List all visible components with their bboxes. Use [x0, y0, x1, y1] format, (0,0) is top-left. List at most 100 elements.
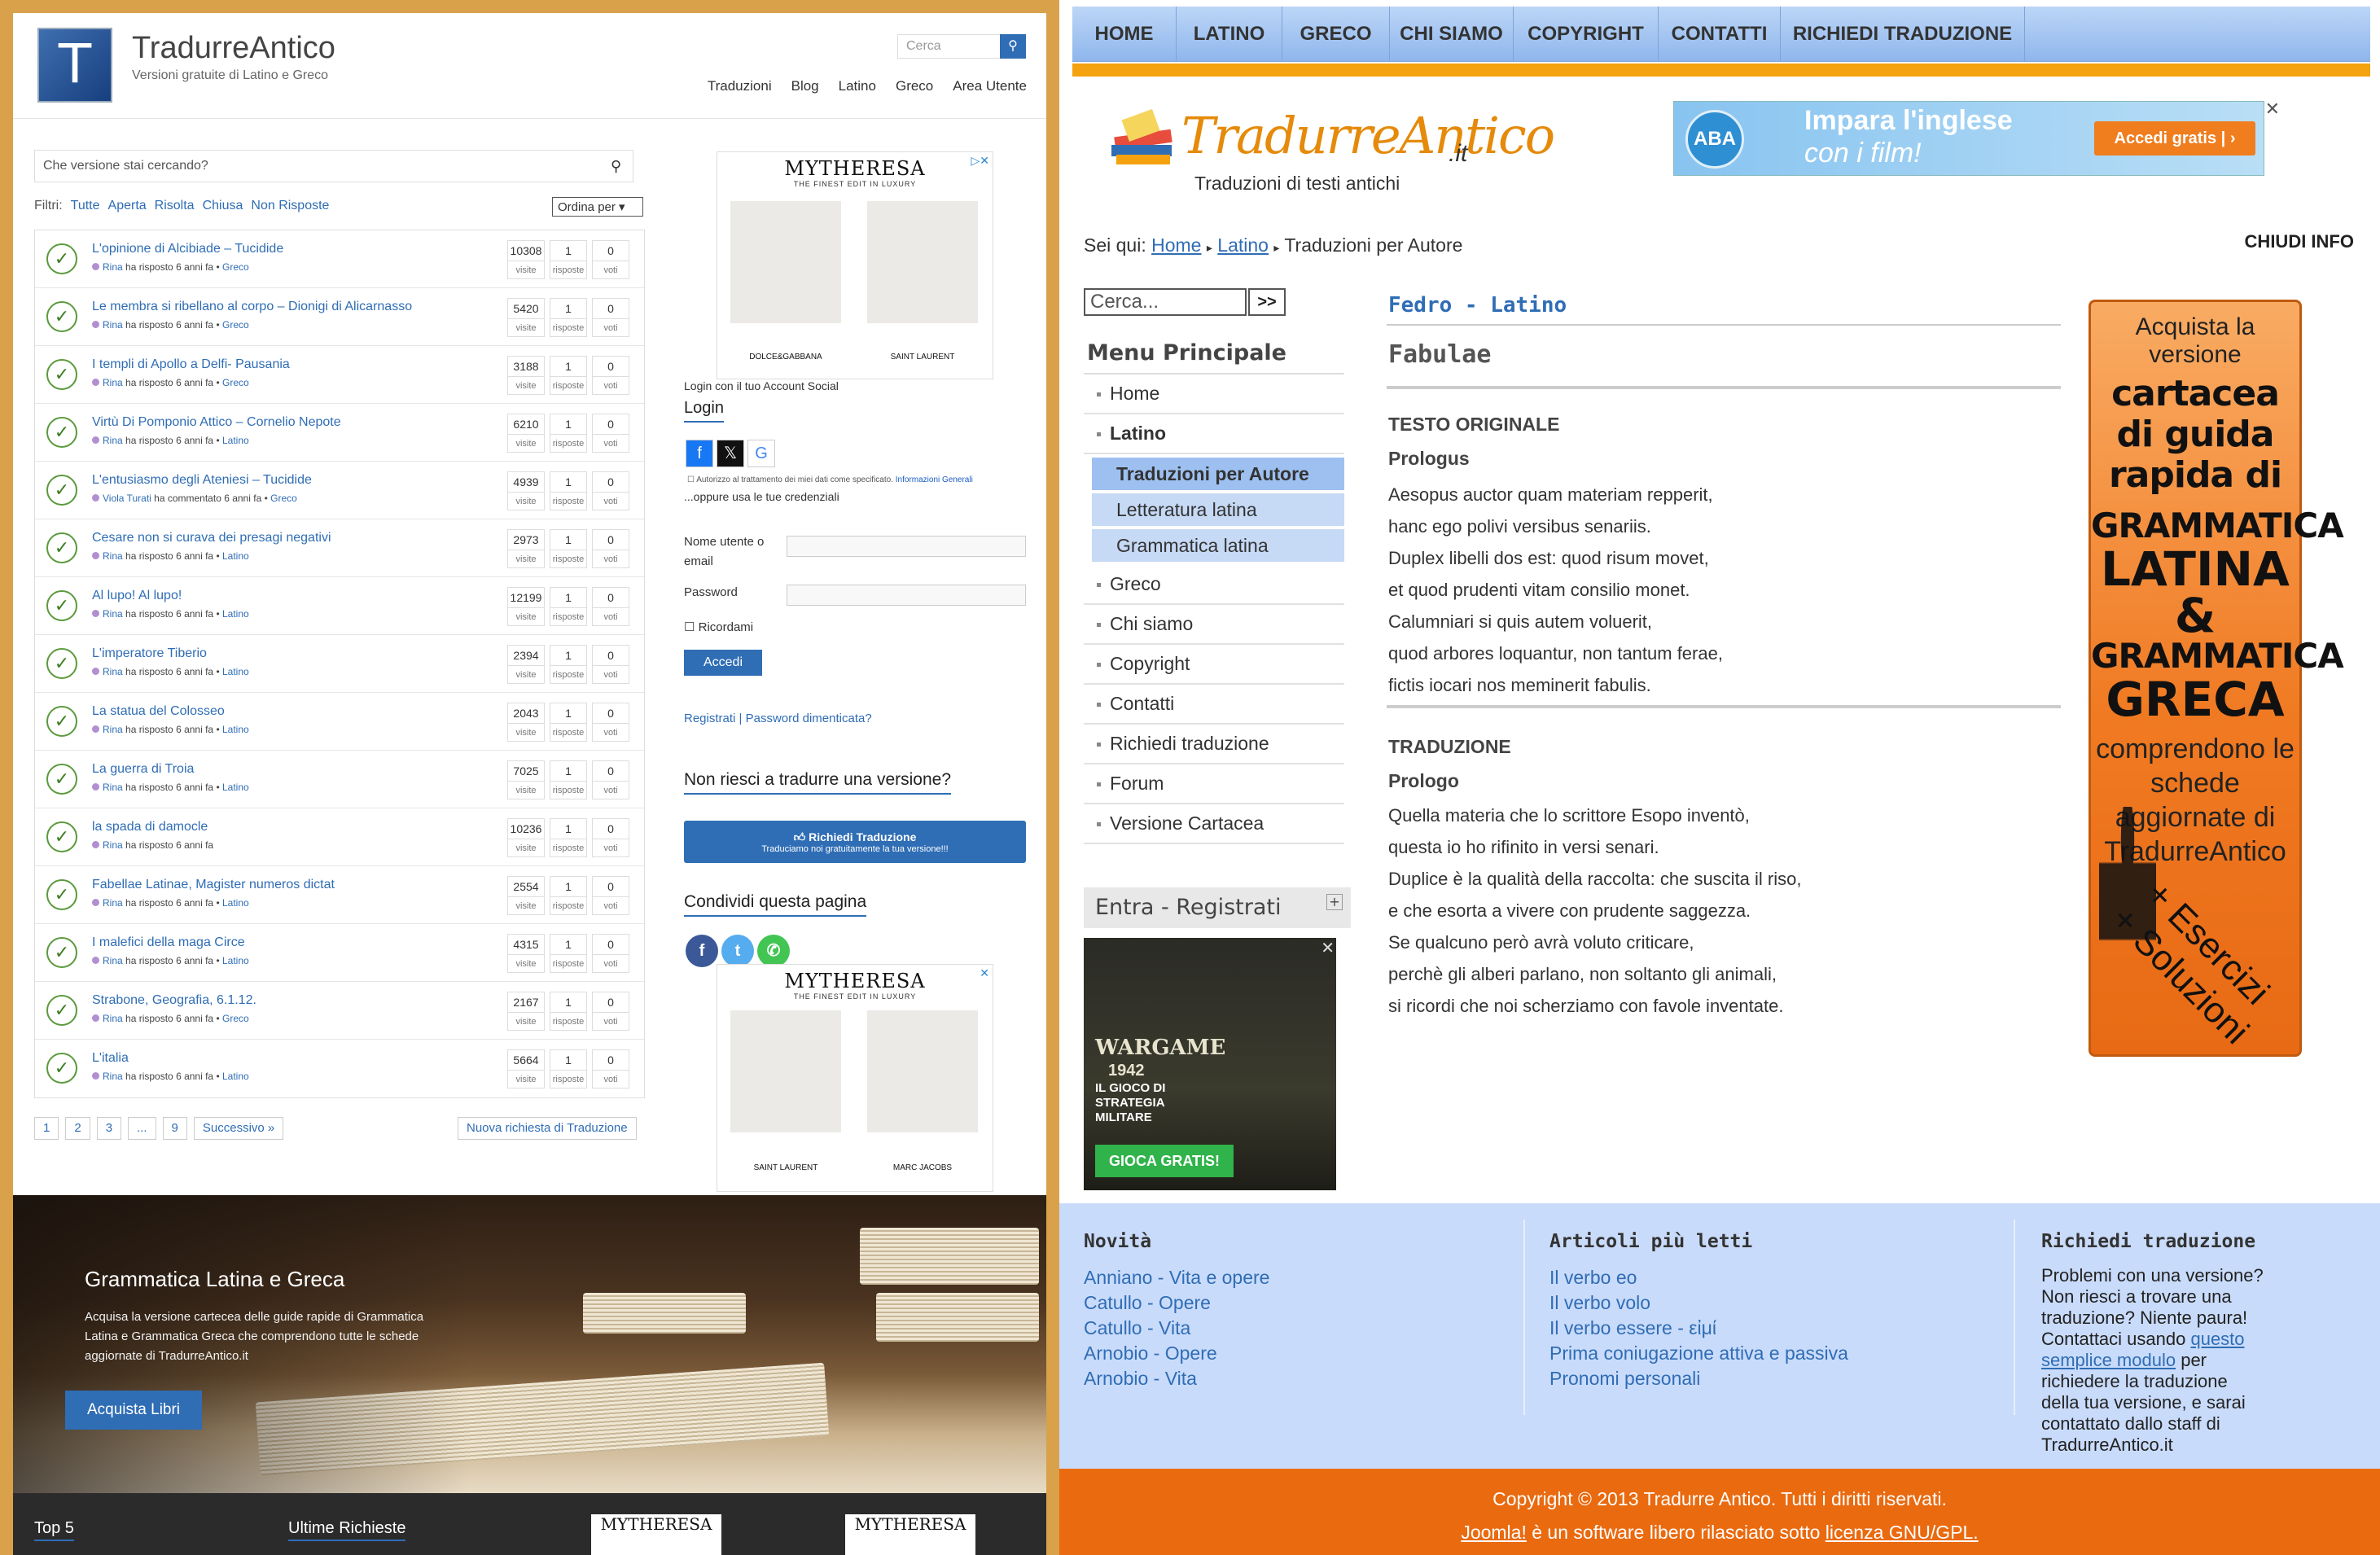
- x-twitter-icon[interactable]: 𝕏: [717, 440, 744, 467]
- consent-link[interactable]: Informazioni Generali: [896, 475, 973, 484]
- question-category[interactable]: Latino: [222, 666, 249, 677]
- footer-most-read-link[interactable]: Il verbo essere - εἰμί: [1549, 1316, 1848, 1341]
- submenu-item-letteratura-latina[interactable]: Letteratura latina: [1092, 493, 1344, 526]
- article-category[interactable]: Fedro - Latino: [1388, 293, 1567, 318]
- login-register-panel[interactable]: Entra - Registrati +: [1084, 887, 1351, 928]
- question-title[interactable]: L'entusiasmo degli Ateniesi – Tucidide: [92, 473, 312, 488]
- footer-news-link[interactable]: Arnobio - Opere: [1084, 1341, 1269, 1366]
- mytheresa-ad[interactable]: ✕ MYTHERESA THE FINEST EDIT IN LUXURY SA…: [717, 964, 993, 1192]
- nav-item-blog[interactable]: Blog: [791, 78, 819, 94]
- page-2[interactable]: 2: [65, 1117, 90, 1140]
- order-select[interactable]: Ordina per ▾: [552, 197, 643, 217]
- filter-tutte[interactable]: Tutte: [71, 199, 100, 213]
- top-nav-item[interactable]: HOME: [1072, 7, 1177, 62]
- question-title[interactable]: I templi di Apollo a Delfi- Pausania: [92, 357, 290, 372]
- nav-item-latino[interactable]: Latino: [839, 78, 876, 94]
- question-category[interactable]: Latino: [222, 955, 249, 966]
- question-user[interactable]: Rina: [103, 319, 123, 331]
- question-category[interactable]: Greco: [222, 319, 249, 331]
- submenu-item-grammatica-latina[interactable]: Grammatica latina: [1092, 529, 1344, 562]
- question-category[interactable]: Latino: [222, 1071, 249, 1082]
- question-user[interactable]: Rina: [103, 839, 123, 851]
- question-category[interactable]: Latino: [222, 550, 249, 562]
- question-title[interactable]: Le membra si ribellano al corpo – Dionig…: [92, 300, 412, 314]
- menu-item-home[interactable]: Home: [1084, 375, 1344, 414]
- ad-close-icon[interactable]: ▷✕: [971, 154, 990, 168]
- question-title[interactable]: Fabellae Latinae, Magister numeros dicta…: [92, 878, 335, 892]
- question-title[interactable]: Strabone, Geografia, 6.1.12.: [92, 993, 256, 1008]
- filter-non-risposte[interactable]: Non Risposte: [251, 199, 329, 213]
- ad-close-icon[interactable]: ✕: [2265, 99, 2280, 120]
- wargame-ad[interactable]: ✕ WARGAME 1942 IL GIOCO DI STRATEGIA MIL…: [1084, 938, 1336, 1190]
- close-info-button[interactable]: CHIUDI INFO: [2245, 231, 2354, 252]
- site-title[interactable]: TradurreAntico: [132, 31, 335, 66]
- question-row[interactable]: ✓ Al lupo! Al lupo! Rina ha risposto 6 ann…: [35, 577, 644, 635]
- password-field[interactable]: [787, 585, 1026, 606]
- menu-item-chi-siamo[interactable]: Chi siamo: [1084, 605, 1344, 645]
- nav-item-greco[interactable]: Greco: [896, 78, 933, 94]
- menu-item-copyright[interactable]: Copyright: [1084, 645, 1344, 685]
- top-nav-item[interactable]: CONTATTI: [1659, 7, 1781, 62]
- mytheresa-ad[interactable]: MYTHERESA: [845, 1514, 975, 1555]
- question-title[interactable]: I malefici della maga Circe: [92, 935, 245, 950]
- footer-most-read-link[interactable]: Prima coniugazione attiva e passiva: [1549, 1341, 1848, 1366]
- page-1[interactable]: 1: [34, 1117, 59, 1140]
- question-category[interactable]: Latino: [222, 435, 249, 446]
- request-translation-button[interactable]: 👍︎ Richiedi Traduzione Traduciamo noi gr…: [684, 821, 1026, 863]
- mytheresa-ad[interactable]: ▷✕ MYTHERESA THE FINEST EDIT IN LUXURY D…: [717, 151, 993, 379]
- login-button[interactable]: Accedi: [684, 650, 762, 676]
- question-row[interactable]: ✓ La statua del Colosseo Rina ha risposto …: [35, 693, 644, 751]
- menu-item-contatti[interactable]: Contatti: [1084, 685, 1344, 725]
- question-row[interactable]: ✓ I templi di Apollo a Delfi- Pausania Rin…: [35, 346, 644, 404]
- page-3[interactable]: 3: [96, 1117, 122, 1140]
- question-user[interactable]: Rina: [103, 550, 123, 562]
- wargame-play-button[interactable]: GIOCA GRATIS!: [1095, 1145, 1234, 1177]
- site-logo[interactable]: TradurreAntico .it Traduzioni di testi a…: [1108, 98, 1555, 195]
- footer-most-read-link[interactable]: Il verbo volo: [1549, 1290, 1848, 1316]
- question-user[interactable]: Rina: [103, 261, 123, 273]
- question-title[interactable]: L'italia: [92, 1051, 129, 1066]
- question-row[interactable]: ✓ la spada di damocle Rina ha risposto 6 a…: [35, 808, 644, 866]
- buy-books-button[interactable]: Acquista Libri: [65, 1391, 202, 1430]
- joomla-link[interactable]: Joomla!: [1461, 1522, 1527, 1543]
- twitter-share-icon[interactable]: t: [721, 935, 754, 967]
- question-user[interactable]: Rina: [103, 608, 123, 620]
- question-user[interactable]: Rina: [103, 955, 123, 966]
- question-row[interactable]: ✓ Fabellae Latinae, Magister numeros dict…: [35, 866, 644, 924]
- breadcrumb-home[interactable]: Home: [1151, 234, 1201, 256]
- top-nav-item[interactable]: CHI SIAMO: [1390, 7, 1514, 62]
- username-field[interactable]: [787, 536, 1026, 557]
- breadcrumb-latino[interactable]: Latino: [1217, 234, 1269, 256]
- nav-item-area-utente[interactable]: Area Utente: [953, 78, 1027, 94]
- submenu-item-traduzioni-per-autore[interactable]: Traduzioni per Autore: [1092, 458, 1344, 490]
- search-icon[interactable]: ⚲: [1000, 34, 1026, 59]
- new-request-button[interactable]: Nuova richiesta di Traduzione: [458, 1117, 637, 1140]
- question-title[interactable]: Cesare non si curava dei presagi negativ…: [92, 531, 331, 545]
- expand-icon[interactable]: +: [1326, 894, 1343, 910]
- facebook-icon[interactable]: f: [686, 440, 713, 467]
- question-search-input[interactable]: Che versione stai cercando?: [34, 150, 633, 182]
- footer-most-read-link[interactable]: Pronomi personali: [1549, 1366, 1848, 1391]
- consent-checkbox[interactable]: ☐ Autorizzo al trattamento dei miei dati…: [687, 475, 973, 484]
- question-user[interactable]: Rina: [103, 724, 123, 735]
- question-user[interactable]: Rina: [103, 1071, 123, 1082]
- whatsapp-share-icon[interactable]: ✆: [757, 935, 790, 967]
- question-row[interactable]: ✓ L'imperatore Tiberio Rina ha risposto 6 …: [35, 635, 644, 693]
- ad-close-icon[interactable]: ✕: [980, 966, 989, 980]
- question-title[interactable]: la spada di damocle: [92, 820, 208, 834]
- footer-news-link[interactable]: Anniano - Vita e opere: [1084, 1265, 1269, 1290]
- nav-item-traduzioni[interactable]: Traduzioni: [708, 78, 772, 94]
- question-row[interactable]: ✓ Strabone, Geografia, 6.1.12. Rina ha ris…: [35, 982, 644, 1040]
- filter-aperta[interactable]: Aperta: [108, 199, 147, 213]
- question-title[interactable]: L'opinione di Alcibiade – Tucidide: [92, 242, 283, 256]
- top-nav-item[interactable]: GRECO: [1282, 7, 1390, 62]
- question-row[interactable]: ✓ Cesare non si curava dei presagi negati…: [35, 519, 644, 577]
- footer-most-read-link[interactable]: Il verbo eo: [1549, 1265, 1848, 1290]
- facebook-share-icon[interactable]: f: [686, 935, 718, 967]
- register-link[interactable]: Registrati: [684, 712, 735, 725]
- aba-cta-button[interactable]: Accedi gratis | ›: [2094, 121, 2255, 156]
- question-category[interactable]: Greco: [222, 377, 249, 388]
- header-search-input[interactable]: Cerca: [897, 34, 1002, 59]
- question-row[interactable]: ✓ Virtù Di Pomponio Attico – Cornelio Nep…: [35, 404, 644, 462]
- forgot-password-link[interactable]: Password dimenticata?: [746, 712, 872, 725]
